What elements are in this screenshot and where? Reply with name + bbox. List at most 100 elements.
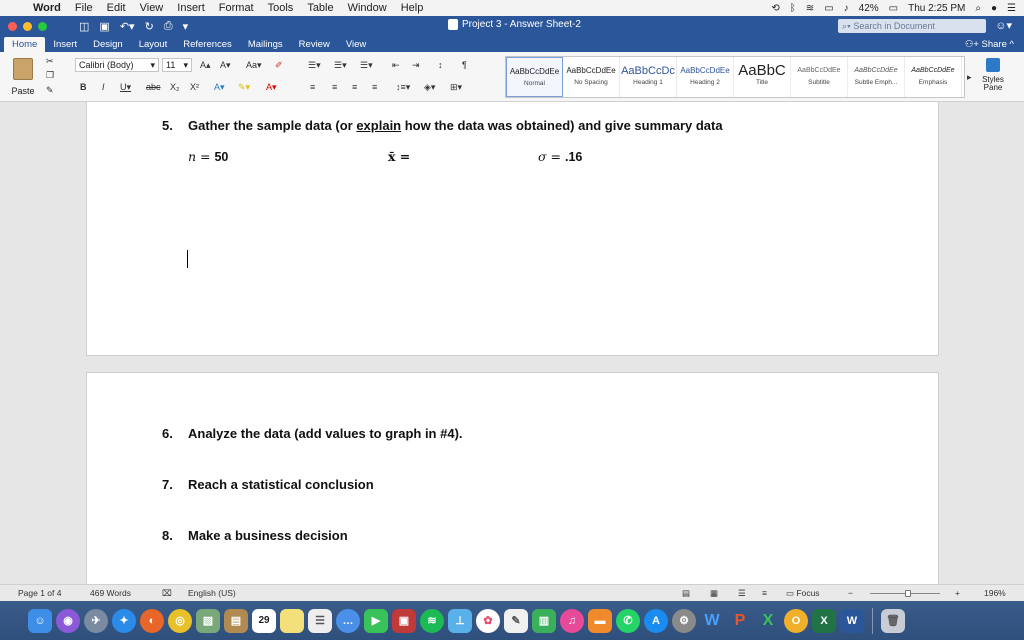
- show-formatting-icon[interactable]: ¶: [462, 60, 467, 70]
- line-spacing-icon[interactable]: ↕≡▾: [396, 82, 410, 93]
- styles-more-icon[interactable]: ▸: [967, 72, 972, 83]
- menu-help[interactable]: Help: [394, 2, 431, 14]
- maps-icon[interactable]: ⊥: [448, 608, 472, 633]
- minimize-window-icon[interactable]: [23, 21, 32, 31]
- grow-font-icon[interactable]: A▴: [200, 60, 211, 71]
- photos-icon[interactable]: ✿: [476, 608, 500, 633]
- font-size-dropdown[interactable]: 11 ▾: [162, 58, 192, 72]
- tab-review[interactable]: Review: [291, 37, 338, 52]
- menu-file[interactable]: File: [68, 2, 100, 14]
- underline-icon[interactable]: U▾: [120, 82, 131, 93]
- tab-mailings[interactable]: Mailings: [240, 37, 291, 52]
- airplay-icon[interactable]: ▭: [824, 3, 833, 14]
- itunes-icon[interactable]: ♫: [560, 608, 584, 633]
- battery-status[interactable]: 42%: [859, 3, 879, 14]
- chrome-icon[interactable]: ◎: [168, 608, 192, 633]
- battery-icon[interactable]: ▭: [889, 3, 898, 14]
- word-count[interactable]: 469 Words: [90, 588, 131, 598]
- font-color-icon[interactable]: A▾: [266, 82, 277, 93]
- menu-table[interactable]: Table: [300, 2, 340, 14]
- zoom-level[interactable]: 196%: [984, 588, 1006, 598]
- onenote-icon[interactable]: O: [784, 608, 808, 633]
- justify-icon[interactable]: ≡: [372, 82, 377, 92]
- clear-formatting-icon[interactable]: ✐: [275, 60, 283, 71]
- menu-window[interactable]: Window: [341, 2, 394, 14]
- italic-icon[interactable]: I: [102, 82, 105, 92]
- menu-view[interactable]: View: [133, 2, 171, 14]
- preview-icon[interactable]: ▧: [196, 608, 220, 633]
- safari-icon[interactable]: ✦: [112, 608, 136, 633]
- align-right-icon[interactable]: ≡: [352, 82, 357, 92]
- tab-references[interactable]: References: [175, 37, 240, 52]
- styles-pane-button[interactable]: Styles Pane: [978, 58, 1008, 92]
- web-layout-icon[interactable]: ▦: [710, 588, 718, 599]
- siri-menu-icon[interactable]: ●: [991, 3, 997, 14]
- volume-icon[interactable]: ♪: [844, 3, 849, 14]
- zoom-out-icon[interactable]: −: [848, 588, 853, 598]
- customize-toolbar-icon[interactable]: ▾: [183, 20, 189, 33]
- style-heading-1[interactable]: AaBbCcDc Heading 1: [620, 57, 677, 97]
- menu-app-name[interactable]: Word: [26, 2, 68, 14]
- style-emphasis[interactable]: AaBbCcDdEe Emphasis: [905, 57, 962, 97]
- strikethrough-icon[interactable]: abc: [146, 82, 161, 92]
- tab-view[interactable]: View: [338, 37, 374, 52]
- shading-icon[interactable]: ◈▾: [424, 82, 435, 93]
- zoom-slider-handle[interactable]: [905, 590, 911, 597]
- undo-icon[interactable]: ↶▾: [120, 20, 135, 33]
- tab-insert[interactable]: Insert: [45, 37, 85, 52]
- shrink-font-icon[interactable]: A▾: [220, 60, 231, 71]
- word-w-icon[interactable]: W: [700, 609, 724, 633]
- align-center-icon[interactable]: ≡: [332, 82, 337, 92]
- borders-icon[interactable]: ⊞▾: [450, 82, 462, 93]
- style-subtitle[interactable]: AaBbCcDdEe Subtitle: [791, 57, 848, 97]
- powerpoint-icon[interactable]: P: [728, 609, 752, 633]
- proofing-icon[interactable]: ⌧: [162, 588, 172, 599]
- textedit-icon[interactable]: ✎: [504, 608, 528, 633]
- menu-insert[interactable]: Insert: [170, 2, 212, 14]
- decrease-indent-icon[interactable]: ⇤: [392, 60, 400, 71]
- finder-icon[interactable]: ☺: [28, 608, 52, 633]
- document-page[interactable]: 5. Gather the sample data (or explain how…: [86, 102, 939, 356]
- change-case-icon[interactable]: Aa▾: [246, 60, 262, 71]
- bluetooth-icon[interactable]: ᛒ: [790, 3, 796, 14]
- calendar-icon[interactable]: 29: [252, 608, 276, 633]
- system-preferences-icon[interactable]: ⚙: [672, 608, 696, 633]
- style-title[interactable]: AaBbC Title: [734, 57, 791, 97]
- document-page-2[interactable]: 6. Analyze the data (add values to graph …: [86, 372, 939, 584]
- tab-layout[interactable]: Layout: [131, 37, 176, 52]
- close-window-icon[interactable]: [8, 21, 17, 31]
- excel-x-icon[interactable]: X: [756, 609, 780, 633]
- cut-icon[interactable]: ✂: [46, 56, 54, 67]
- notes-icon[interactable]: [280, 608, 304, 633]
- feedback-smiley-icon[interactable]: ☺▾: [995, 19, 1012, 32]
- draft-view-icon[interactable]: ≡: [762, 588, 767, 598]
- facetime-icon[interactable]: ▶: [364, 608, 388, 633]
- text-effects-icon[interactable]: A▾: [214, 82, 225, 93]
- wifi-icon[interactable]: ≋: [806, 3, 814, 14]
- numbers-icon[interactable]: ▥: [532, 608, 556, 633]
- numbering-icon[interactable]: ☰▾: [334, 60, 347, 71]
- tab-home[interactable]: Home: [4, 37, 46, 52]
- trash-icon[interactable]: 🗑: [881, 608, 905, 633]
- style-subtle-emphasis[interactable]: AaBbCcDdEe Subtle Emph...: [848, 57, 905, 97]
- spotlight-icon[interactable]: ⌕: [975, 3, 981, 14]
- save-icon[interactable]: ▣: [99, 20, 109, 33]
- increase-indent-icon[interactable]: ⇥: [412, 60, 420, 71]
- search-document-field[interactable]: ⌕▾ Search in Document: [838, 19, 986, 33]
- highlight-color-icon[interactable]: ✎▾: [238, 82, 250, 93]
- language[interactable]: English (US): [188, 588, 236, 598]
- menu-edit[interactable]: Edit: [100, 2, 133, 14]
- bullets-icon[interactable]: ☰▾: [308, 60, 321, 71]
- spotify-icon[interactable]: ≋: [420, 608, 444, 633]
- siri-icon[interactable]: ◉: [56, 608, 80, 633]
- font-name-dropdown[interactable]: Calibri (Body) ▾: [75, 58, 159, 72]
- style-heading-2[interactable]: AaBbCcDdEe Heading 2: [677, 57, 734, 97]
- superscript-icon[interactable]: X²: [190, 82, 199, 92]
- copy-icon[interactable]: ❐: [46, 70, 54, 81]
- zoom-window-icon[interactable]: [38, 21, 47, 31]
- sidebar-toggle-icon[interactable]: ◫: [79, 20, 89, 33]
- redo-icon[interactable]: ↻: [145, 20, 154, 33]
- document-area[interactable]: 5. Gather the sample data (or explain how…: [0, 102, 1024, 584]
- paste-button[interactable]: Paste: [8, 56, 38, 96]
- tab-design[interactable]: Design: [85, 37, 131, 52]
